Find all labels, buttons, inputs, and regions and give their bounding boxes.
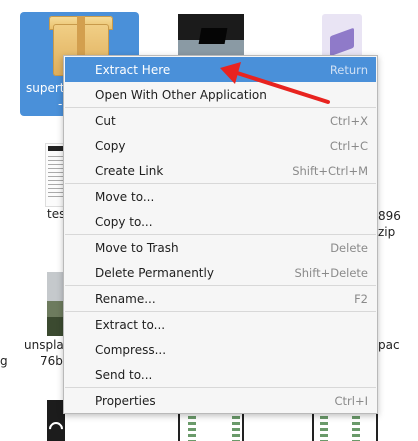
annotation-arrow-icon <box>220 62 330 104</box>
